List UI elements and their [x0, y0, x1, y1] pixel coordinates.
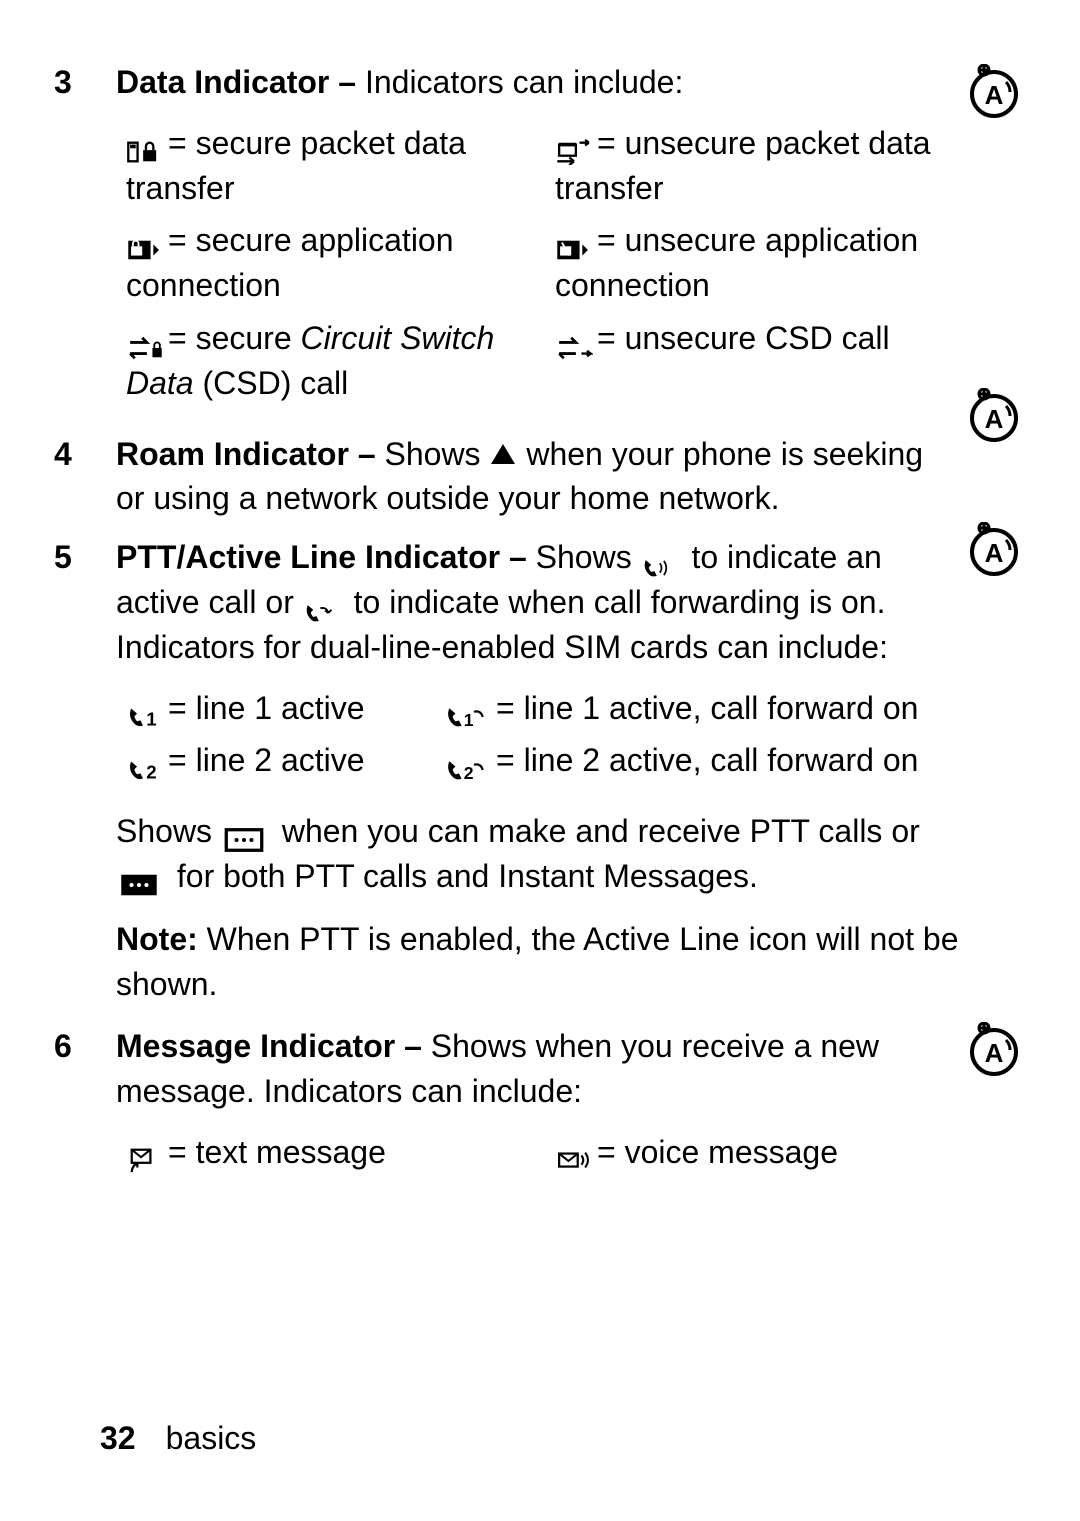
item-number: 5: [54, 535, 116, 580]
list-item-5: 5 PTT/Active Line Indicator – Shows to i…: [54, 535, 1026, 669]
secure-csd-icon: [126, 328, 164, 354]
cell-text: = unsecure application connection: [555, 222, 918, 303]
cell-text: = secure packet data transfer: [126, 125, 466, 206]
list-item-4: 4 Roam Indicator – Shows when your phone…: [54, 432, 1026, 522]
roam-triangle-icon: [491, 444, 515, 464]
cell-text: = unsecure CSD call: [597, 320, 890, 356]
cell-text: = unsecure packet data transfer: [555, 125, 931, 206]
note-label: Note:: [116, 921, 198, 957]
item-tail: Indicators can include:: [365, 64, 683, 100]
line1-icon: [126, 697, 164, 723]
section-name: basics: [166, 1420, 257, 1456]
unsecure-app-icon: [555, 230, 593, 256]
line2-fwd-icon: [444, 750, 492, 776]
item-body-text: Shows: [536, 539, 641, 575]
cell-text: = voice message: [597, 1134, 838, 1170]
unsecure-packet-icon: [555, 132, 593, 158]
message-indicator-table: = text message = voice message: [54, 1130, 1026, 1183]
cell-text: = secure application connection: [126, 222, 454, 303]
feature-badge-icon: [966, 64, 1022, 120]
secure-packet-icon: [126, 132, 164, 158]
item-number: 3: [54, 60, 116, 105]
cell-text: = text message: [168, 1134, 386, 1170]
cell-text: = secure: [168, 320, 301, 356]
text: for both PTT calls and Instant Messages.: [177, 858, 758, 894]
cell-text: = line 1 active, call forward on: [496, 690, 918, 726]
note-body: When PTT is enabled, the Active Line ico…: [116, 921, 958, 1002]
text-message-icon: [126, 1141, 164, 1167]
text: Shows: [116, 813, 221, 849]
ptt-paragraph: Shows when you can make and receive PTT …: [54, 809, 1026, 899]
data-indicator-table: = secure packet data transfer = secure a…: [54, 121, 1026, 414]
item-title: Roam Indicator –: [116, 436, 385, 472]
item-body-text: Shows: [385, 436, 490, 472]
ptt-outline-icon: [221, 821, 269, 847]
unsecure-csd-icon: [555, 328, 593, 354]
line1-fwd-icon: [444, 697, 492, 723]
cell-text: (CSD) call: [194, 365, 349, 401]
active-call-icon: [641, 547, 679, 573]
item-title: Data Indicator –: [116, 64, 365, 100]
feature-badge-icon: [966, 1022, 1022, 1078]
secure-app-icon: [126, 230, 164, 256]
feature-badge-icon: [966, 388, 1022, 444]
item-number: 4: [54, 432, 116, 477]
call-forward-icon: [303, 592, 341, 618]
list-item-6: 6 Message Indicator – Shows when you rec…: [54, 1024, 1026, 1114]
ptt-note: Note: When PTT is enabled, the Active Li…: [54, 917, 1026, 1007]
feature-badge-icon: [966, 522, 1022, 578]
item-title: Message Indicator –: [116, 1028, 431, 1064]
item-number: 6: [54, 1024, 116, 1069]
cell-text: = line 2 active, call forward on: [496, 742, 918, 778]
line2-icon: [126, 750, 164, 776]
list-item-3: 3 Data Indicator – Indicators can includ…: [54, 60, 1026, 105]
page-footer: 32 basics: [100, 1416, 256, 1461]
line-indicator-table: = line 1 active = line 2 active = line 1…: [54, 686, 1026, 792]
ptt-filled-icon: [116, 866, 164, 892]
page-number: 32: [100, 1420, 136, 1456]
text: when you can make and receive PTT calls …: [282, 813, 920, 849]
voice-message-icon: [555, 1141, 593, 1167]
cell-text: = line 1 active: [168, 690, 365, 726]
item-title: PTT/Active Line Indicator –: [116, 539, 536, 575]
cell-text: = line 2 active: [168, 742, 365, 778]
